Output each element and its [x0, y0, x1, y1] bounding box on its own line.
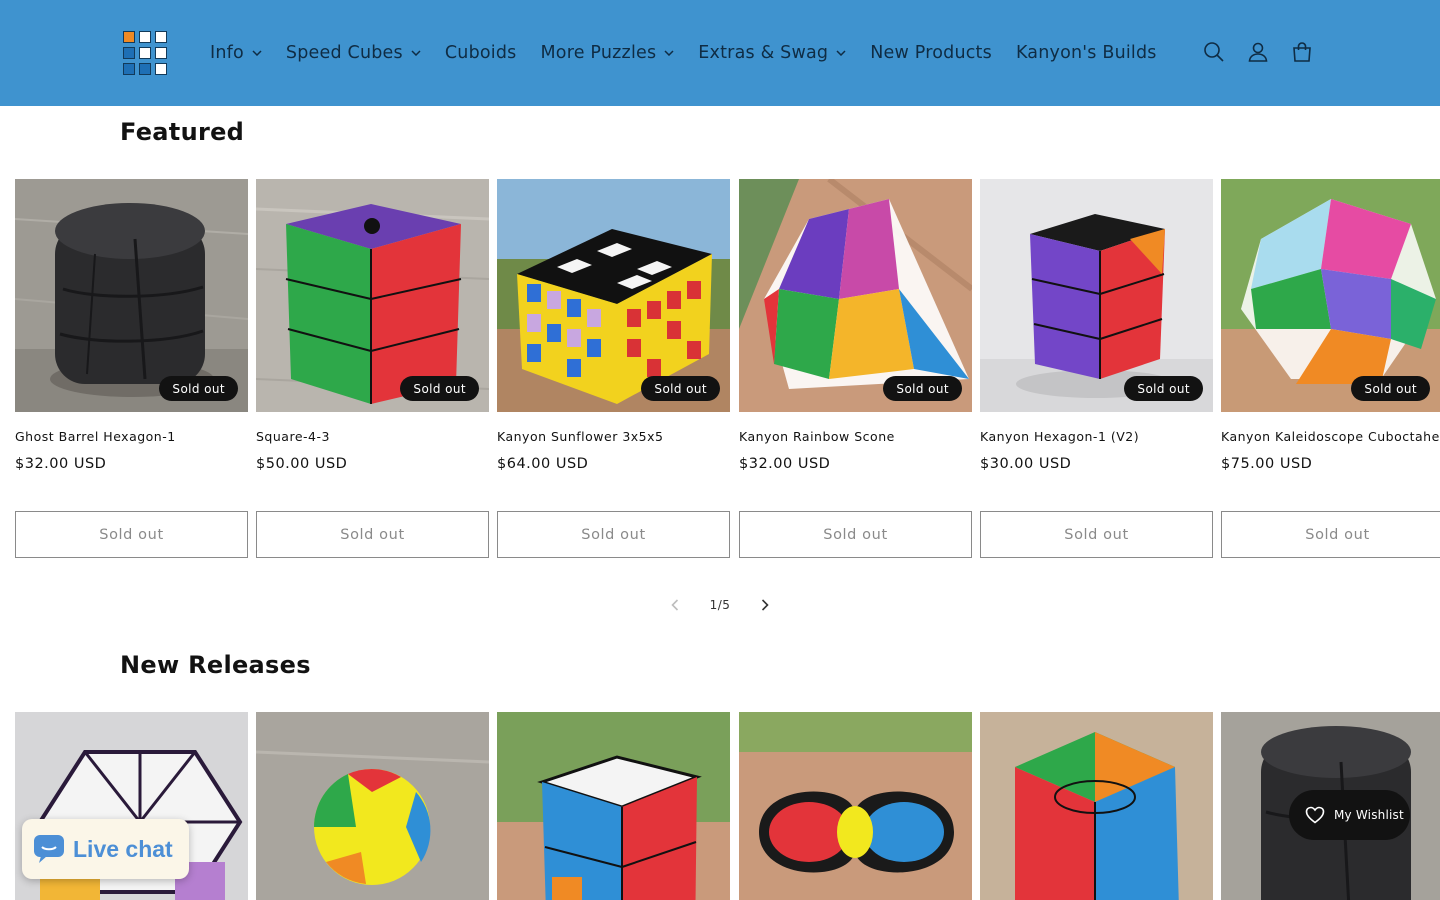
sold-out-badge: Sold out	[400, 376, 479, 401]
live-chat-button[interactable]: Live chat	[22, 819, 189, 879]
product-image[interactable]	[980, 712, 1213, 900]
store-logo[interactable]	[123, 31, 167, 75]
cart-icon[interactable]	[1280, 30, 1324, 74]
sold-out-badge: Sold out	[1124, 376, 1203, 401]
main-nav: Info Speed Cubes Cuboids More Puzzles Ex…	[198, 36, 1169, 70]
product-card[interactable]	[980, 712, 1213, 900]
product-image[interactable]	[739, 712, 972, 900]
chevron-down-icon	[836, 48, 846, 58]
sold-out-button[interactable]: Sold out	[980, 511, 1213, 558]
account-icon[interactable]	[1236, 30, 1280, 74]
chevron-down-icon	[411, 48, 421, 58]
product-title[interactable]: Square-4-3	[256, 429, 489, 444]
product-title[interactable]: Ghost Barrel Hexagon-1	[15, 429, 248, 444]
nav-item-label: Cuboids	[444, 43, 517, 63]
product-image[interactable]	[256, 712, 489, 900]
nav-item-cuboids[interactable]: Cuboids	[433, 36, 529, 70]
product-card[interactable]	[497, 712, 730, 900]
product-card[interactable]: Sold out Kanyon Kaleidoscope Cuboctahedr…	[1221, 179, 1440, 559]
product-card[interactable]: Sold out Square-4-3 $50.00 USD Sold out	[256, 179, 489, 558]
nav-item-label: Info	[210, 43, 244, 63]
nav-item-new-products[interactable]: New Products	[858, 36, 1004, 70]
product-title[interactable]: Kanyon Hexagon-1 (V2)	[980, 429, 1213, 444]
sold-out-badge: Sold out	[883, 376, 962, 401]
new-releases-section-title: New Releases	[120, 651, 311, 679]
product-price: $32.00 USD	[739, 456, 831, 472]
previous-slide-button[interactable]	[660, 590, 690, 620]
product-price: $32.00 USD	[15, 456, 107, 472]
nav-item-info[interactable]: Info	[198, 36, 274, 70]
next-slide-button[interactable]	[750, 590, 780, 620]
product-title[interactable]: Kanyon Kaleidoscope Cuboctahedron	[1221, 429, 1440, 444]
sold-out-button[interactable]: Sold out	[1221, 511, 1440, 558]
product-image[interactable]: Sold out	[1221, 179, 1440, 412]
my-wishlist-button[interactable]: My Wishlist	[1289, 790, 1410, 840]
nav-item-speed-cubes[interactable]: Speed Cubes	[274, 36, 433, 70]
product-price: $75.00 USD	[1221, 456, 1313, 472]
chevron-down-icon	[252, 48, 262, 58]
live-chat-label: Live chat	[73, 835, 173, 862]
product-price: $30.00 USD	[980, 456, 1072, 472]
sold-out-badge: Sold out	[159, 376, 238, 401]
product-image[interactable]: Sold out	[980, 179, 1213, 412]
product-image[interactable]: Sold out	[739, 179, 972, 412]
heart-icon	[1305, 806, 1325, 824]
product-title[interactable]: Kanyon Sunflower 3x5x5	[497, 429, 730, 444]
nav-item-kanyons-builds[interactable]: Kanyon's Builds	[1004, 36, 1169, 70]
chevron-left-icon	[671, 599, 679, 611]
featured-section-title: Featured	[120, 118, 245, 146]
nav-item-label: More Puzzles	[540, 43, 657, 63]
product-image[interactable]: Sold out	[497, 179, 730, 412]
product-image[interactable]	[497, 712, 730, 900]
chevron-right-icon	[761, 599, 769, 611]
chat-bubble-icon	[34, 835, 64, 863]
carousel-pagination: 1/5	[660, 590, 780, 620]
header-icons	[1192, 30, 1324, 74]
search-icon[interactable]	[1192, 30, 1236, 74]
nav-item-label: Kanyon's Builds	[1015, 43, 1157, 63]
sold-out-button[interactable]: Sold out	[497, 511, 730, 558]
nav-item-label: Speed Cubes	[285, 43, 403, 63]
sold-out-badge: Sold out	[641, 376, 720, 401]
slide-counter: 1/5	[709, 598, 731, 612]
product-image[interactable]: Sold out	[256, 179, 489, 412]
nav-item-extras-swag[interactable]: Extras & Swag	[686, 36, 858, 70]
sold-out-badge: Sold out	[1351, 376, 1430, 401]
nav-item-label: Extras & Swag	[698, 43, 829, 63]
product-title[interactable]: Kanyon Rainbow Scone	[739, 429, 972, 444]
product-price: $64.00 USD	[497, 456, 589, 472]
product-card[interactable]	[256, 712, 489, 900]
nav-item-label: New Products	[870, 43, 992, 63]
product-card[interactable]: Sold out Kanyon Rainbow Scone $32.00 USD…	[739, 179, 972, 558]
product-price: $50.00 USD	[256, 456, 348, 472]
product-card[interactable]	[739, 712, 972, 900]
sold-out-button[interactable]: Sold out	[15, 511, 248, 558]
product-card[interactable]: Sold out Ghost Barrel Hexagon-1 $32.00 U…	[15, 179, 248, 558]
site-header: Info Speed Cubes Cuboids More Puzzles Ex…	[0, 0, 1440, 106]
sold-out-button[interactable]: Sold out	[739, 511, 972, 558]
nav-item-more-puzzles[interactable]: More Puzzles	[528, 36, 686, 70]
product-card[interactable]: Sold out Kanyon Hexagon-1 (V2) $30.00 US…	[980, 179, 1213, 558]
product-image[interactable]: Sold out	[15, 179, 248, 412]
chevron-down-icon	[664, 48, 674, 58]
sold-out-button[interactable]: Sold out	[256, 511, 489, 558]
product-card[interactable]: Sold out Kanyon Sunflower 3x5x5 $64.00 U…	[497, 179, 730, 558]
wishlist-label: My Wishlist	[1334, 808, 1404, 822]
